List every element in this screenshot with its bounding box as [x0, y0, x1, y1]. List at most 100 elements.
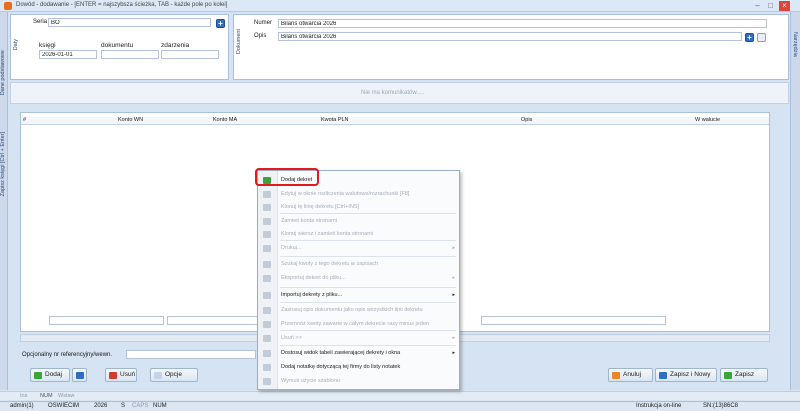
- status-user: admin(1): [10, 403, 34, 409]
- col-kwota-pln: Kwota PLN: [321, 117, 349, 123]
- menu-item-label: Przemnóż kwoty zawarte w całym dekrecie …: [281, 321, 429, 327]
- col-konto-ma: Konto MA: [213, 117, 238, 123]
- clone-icon: [263, 204, 271, 211]
- export-icon: [263, 275, 271, 282]
- menu-item: Klonuj wiersz i zamień konta stronami: [258, 229, 459, 240]
- menu-item: Klonuj tę linię dekretu [Ctrl+INS]: [258, 202, 459, 213]
- menu-item: Wymuś użycie szablonu: [258, 376, 459, 387]
- opcje-button[interactable]: Opcje: [150, 368, 198, 382]
- menu-separator: [280, 330, 456, 331]
- filter-ma[interactable]: [167, 316, 262, 325]
- messages-panel: Nie ma komunikatów.....: [10, 82, 789, 104]
- menu-item-label: Drukuj...: [281, 245, 302, 251]
- menu-separator: [280, 287, 456, 288]
- messages-text: Nie ma komunikatów.....: [361, 90, 425, 96]
- status-year: 2026: [94, 403, 108, 409]
- status-bar: admin(1) OSWIECIM 2026 S CAPS NUM Instru…: [0, 401, 800, 411]
- ksiegi-label: księgi: [39, 42, 56, 49]
- menu-item: Eksportuj dekret do pliku... ▸: [258, 273, 459, 284]
- tab-zapisz-ksiegi[interactable]: Zapisz księgi [Ctrl + Enter]: [0, 132, 6, 196]
- menu-item-label: Importuj dekrety z pliku...: [281, 292, 343, 298]
- note-icon: [263, 364, 271, 371]
- left-sidebar: Dane podstawowe Zapisz księgi [Ctrl + En…: [0, 12, 8, 390]
- highlight-dodaj-dekret: [255, 168, 319, 186]
- menu-item[interactable]: Dodaj notatkę dotyczącą tej firmy do lis…: [258, 362, 459, 373]
- menu-item: Zamień konta stronami: [258, 216, 459, 227]
- grid-header: # Konto WN Konto MA Kwota PLN Opis W wal…: [21, 117, 769, 125]
- menu-item-label: Dostosuj widok tabeli zawierającej dekre…: [281, 350, 401, 356]
- search-icon: [263, 261, 271, 268]
- filter-wn[interactable]: [49, 316, 164, 325]
- menu-separator: [280, 256, 456, 257]
- numer-label: Numer: [254, 20, 273, 26]
- dokument-tab[interactable]: Dokument: [236, 29, 242, 54]
- tab-narzedzia[interactable]: Narzędzia: [792, 32, 798, 57]
- status-instrukcja[interactable]: Instrukcja on-line: [636, 403, 681, 409]
- swap-icon: [263, 218, 271, 225]
- dodaj-button[interactable]: Dodaj: [30, 368, 70, 382]
- header-right-panel: Dokument Numer Opis +: [233, 14, 789, 80]
- template-icon: [263, 378, 271, 385]
- status-num: NUM: [153, 403, 167, 409]
- menu-item-label: Wymuś użycie szablonu: [281, 378, 340, 384]
- seria-add-button[interactable]: +: [216, 19, 225, 28]
- menu-item: Usuń >> ▸: [258, 333, 459, 344]
- menu-item: Drukuj... ▸: [258, 243, 459, 254]
- menu-item[interactable]: Importuj dekrety z pliku... ▸: [258, 290, 459, 301]
- anuluj-button[interactable]: Anuluj: [608, 368, 653, 382]
- zdarzenia-label: zdarzenia: [161, 42, 190, 49]
- delete-icon: [263, 335, 271, 342]
- keyboard-bar: Ins NUM Wstaw: [0, 391, 800, 400]
- close-button[interactable]: ×: [779, 1, 790, 11]
- maximize-button[interactable]: □: [765, 1, 776, 11]
- menu-item[interactable]: Dostosuj widok tabeli zawierającej dekre…: [258, 348, 459, 359]
- context-menu: Dodaj dekret Edytuj w oknie rozliczenia w…: [257, 170, 460, 390]
- apply-icon: [263, 307, 271, 314]
- menu-item-label: Dodaj notatkę dotyczącą tej firmy do lis…: [281, 364, 401, 370]
- wstaw-indicator: Wstaw: [58, 393, 75, 399]
- dokumentu-date-field[interactable]: [101, 50, 159, 59]
- zapisz-nowy-button[interactable]: Zapisz i Nowy: [655, 368, 717, 382]
- zapisz-button[interactable]: Zapisz: [720, 368, 768, 382]
- tab-dane-podstawowe[interactable]: Dane podstawowe: [0, 50, 6, 95]
- zdarzenia-date-field[interactable]: [161, 50, 219, 59]
- menu-item-label: Szukaj kwoty z tego dekretu w zapisach: [281, 261, 379, 267]
- import-icon: [263, 292, 271, 299]
- col-hash: #: [23, 117, 27, 123]
- usun-button[interactable]: Usuń: [105, 368, 137, 382]
- app-icon: [4, 2, 12, 10]
- col-konto-wn: Konto WN: [118, 117, 144, 123]
- window-title: Dowód - dodawanie - [ENTER = najszybsza …: [16, 2, 228, 8]
- seria-label: Seria: [33, 19, 48, 25]
- status-sn: SN:(13)86C8: [703, 403, 739, 409]
- submenu-arrow-icon: ▸: [452, 292, 455, 298]
- ins-indicator: Ins: [20, 393, 28, 399]
- menu-item: Przemnóż kwoty zawarte w całym dekrecie …: [258, 319, 459, 330]
- menu-separator: [280, 213, 456, 214]
- clone-swap-icon: [263, 231, 271, 238]
- menu-item-label: Zastosuj opis dokumentu jako opis wszyst…: [281, 307, 423, 313]
- opis-field[interactable]: [278, 32, 742, 41]
- edit-icon: [263, 191, 271, 198]
- menu-item-label: Eksportuj dekret do pliku...: [281, 275, 346, 281]
- ksiegi-date-field[interactable]: [39, 50, 97, 59]
- numer-field[interactable]: [278, 19, 767, 28]
- filter-opis[interactable]: [481, 316, 666, 325]
- menu-separator: [280, 302, 456, 303]
- right-sidebar: Narzędzia: [790, 12, 800, 390]
- menu-item-label: Usuń >>: [281, 335, 302, 341]
- referencyjny-field[interactable]: [126, 350, 256, 359]
- minimize-button[interactable]: –: [752, 1, 763, 11]
- menu-item: Szukaj kwoty z tego dekretu w zapisach: [258, 259, 459, 270]
- dokumentu-label: dokumentu: [101, 42, 134, 49]
- submenu-arrow-icon: ▸: [452, 275, 455, 281]
- print-icon: [263, 245, 271, 252]
- opis-edit-icon[interactable]: [757, 33, 766, 42]
- opis-add-button[interactable]: +: [745, 33, 754, 42]
- title-bar: Dowód - dodawanie - [ENTER = najszybsza …: [0, 0, 800, 12]
- seria-field[interactable]: [48, 18, 211, 27]
- menu-item: Zastosuj opis dokumentu jako opis wszyst…: [258, 305, 459, 316]
- opis-label: Opis: [254, 33, 267, 39]
- dodaj-plus-button[interactable]: [72, 368, 87, 382]
- daty-label: Daty: [13, 39, 19, 51]
